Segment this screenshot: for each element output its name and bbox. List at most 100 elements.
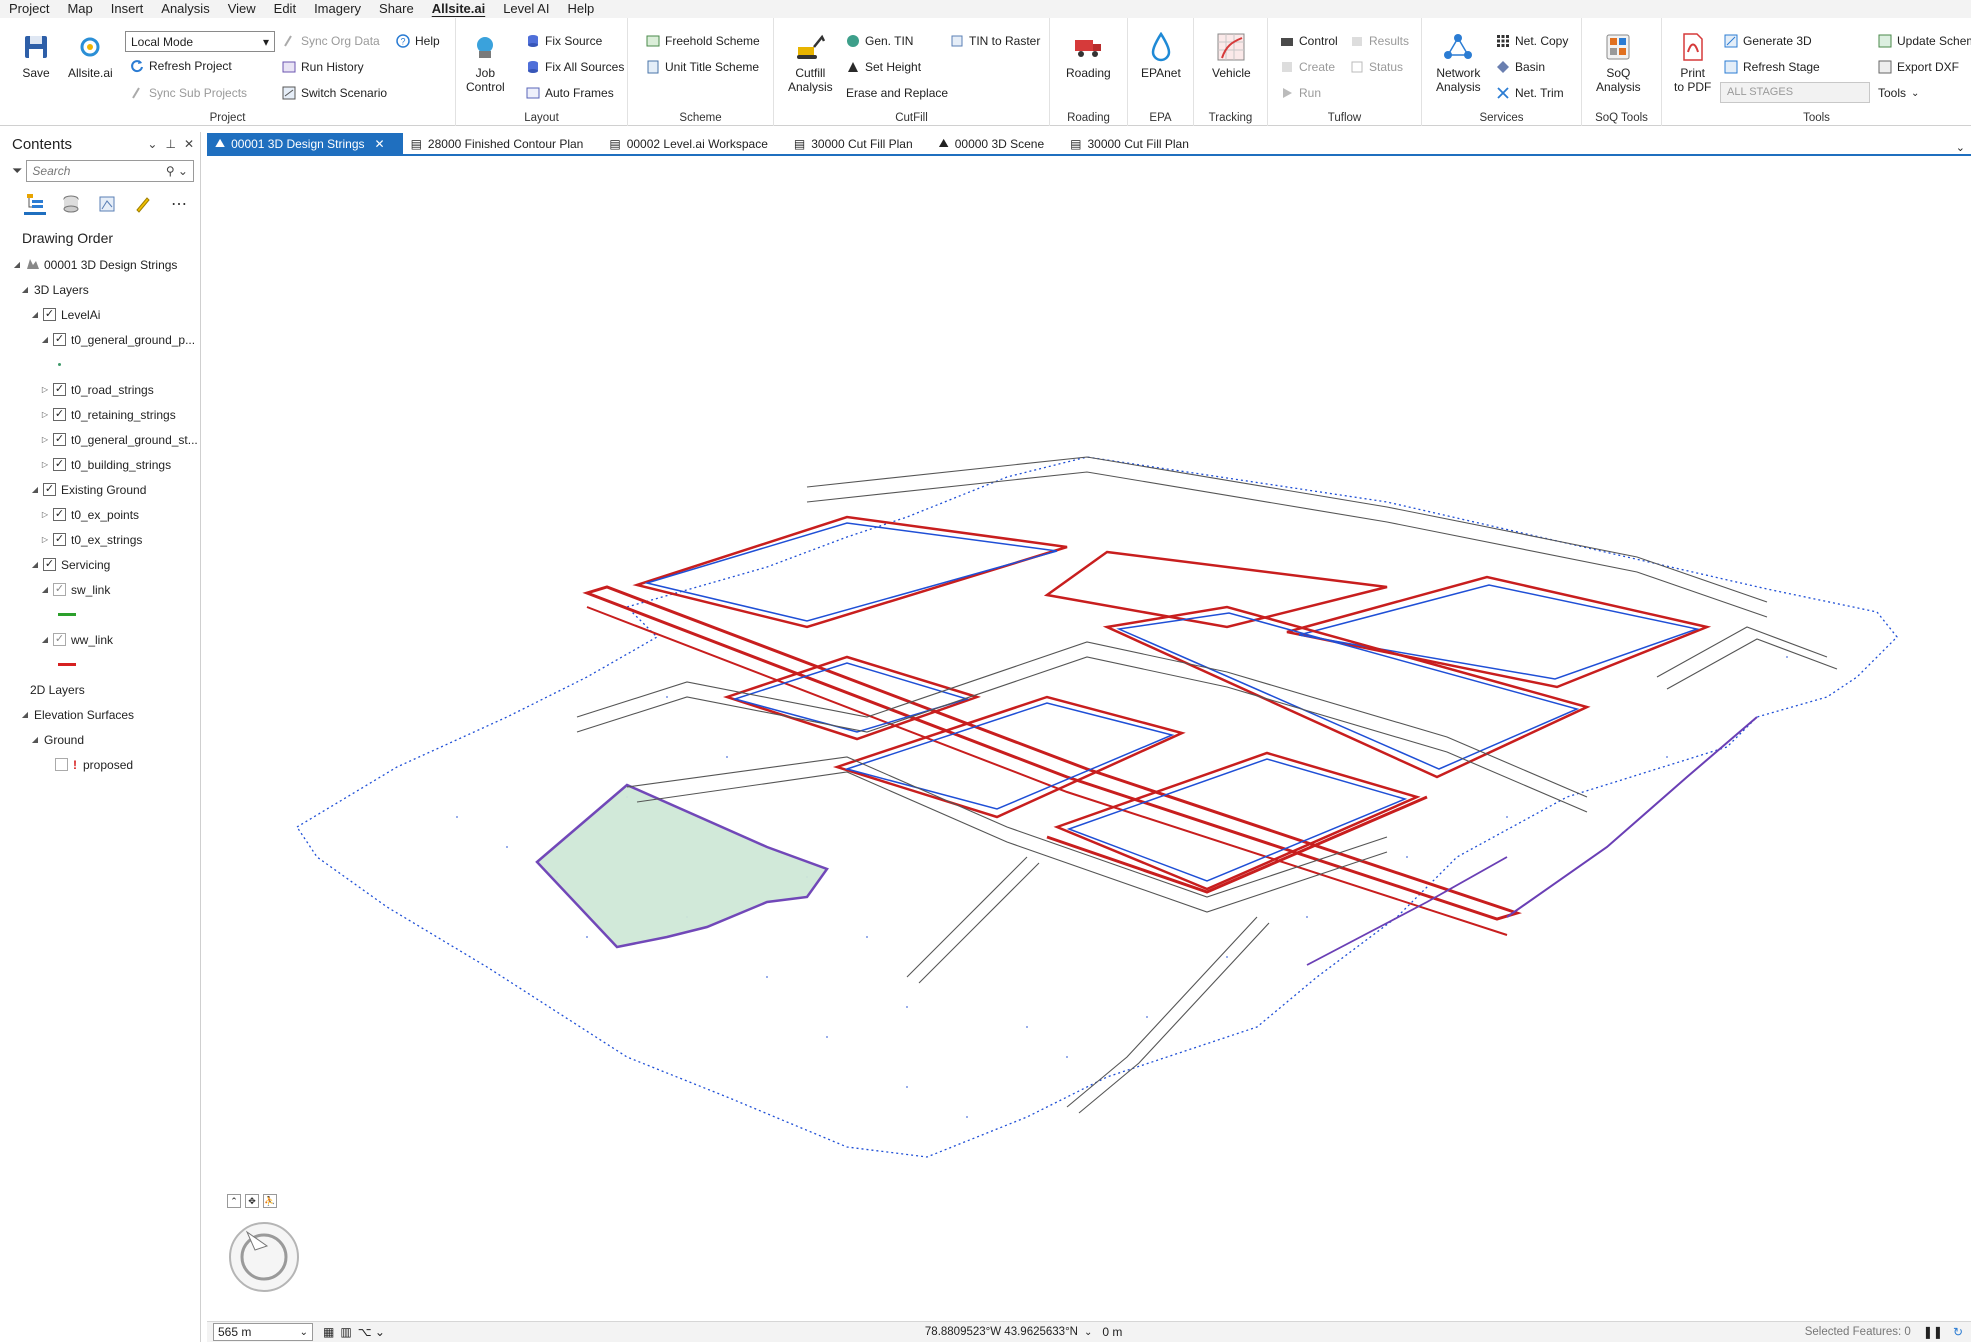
expand-icon[interactable]: ◢ bbox=[40, 335, 50, 344]
close-icon[interactable]: ✕ bbox=[184, 137, 194, 151]
drawing-order-view-icon[interactable] bbox=[24, 193, 46, 215]
net-copy-button[interactable]: Net. Copy bbox=[1496, 32, 1568, 50]
grid-toggle-icon[interactable]: ▦ bbox=[323, 1325, 334, 1339]
map-view[interactable]: ⌃ ✥ ⛹ bbox=[207, 157, 1971, 1321]
print-to-pdf-button[interactable]: Print to PDF bbox=[1674, 32, 1711, 94]
fix-all-sources-button[interactable]: Fix All Sources bbox=[526, 58, 624, 76]
selection-view-icon[interactable] bbox=[96, 193, 118, 215]
menu-analysis[interactable]: Analysis bbox=[152, 0, 218, 18]
chevron-down-icon[interactable]: ⌄ bbox=[1084, 1327, 1092, 1338]
job-control-button[interactable]: Job Control bbox=[466, 32, 505, 94]
tree-servicing[interactable]: ◢ ✓ Servicing bbox=[6, 552, 200, 577]
soq-analysis-button[interactable]: SoQ Analysis bbox=[1596, 32, 1641, 94]
layer-checkbox[interactable]: ✓ bbox=[43, 483, 56, 496]
tree-existing-ground[interactable]: ◢ ✓ Existing Ground bbox=[6, 477, 200, 502]
more-options-icon[interactable]: ⋯ bbox=[168, 193, 190, 215]
refresh-project-button[interactable]: Refresh Project bbox=[130, 57, 232, 75]
expand-icon[interactable]: ◢ bbox=[30, 560, 40, 569]
update-schema-button[interactable]: Update Schem bbox=[1878, 32, 1971, 50]
full-extent-icon[interactable]: ✥ bbox=[245, 1194, 259, 1208]
expand-icon[interactable]: ◢ bbox=[30, 735, 40, 744]
tabs-overflow-icon[interactable]: ⌄ bbox=[1956, 141, 1971, 154]
layer-checkbox[interactable]: ✓ bbox=[43, 558, 56, 571]
search-input[interactable]: Search ⚲ ⌄ bbox=[26, 160, 194, 182]
freehold-scheme-button[interactable]: Freehold Scheme bbox=[646, 32, 760, 50]
menu-level-ai[interactable]: Level AI bbox=[494, 0, 558, 18]
help-button[interactable]: ? Help bbox=[396, 32, 440, 50]
erase-replace-button[interactable]: Erase and Replace bbox=[846, 84, 948, 102]
tab-levelai-workspace[interactable]: ▤ 00002 Level.ai Workspace bbox=[601, 133, 786, 154]
tuflow-run-button[interactable]: Run bbox=[1280, 84, 1321, 102]
tab-cut-fill-plan[interactable]: ▤ 30000 Cut Fill Plan bbox=[786, 133, 931, 154]
layer-checkbox[interactable]: ✓ bbox=[53, 333, 66, 346]
allsite-button[interactable]: Allsite.ai bbox=[68, 32, 113, 80]
switch-scenario-button[interactable]: Switch Scenario bbox=[282, 84, 387, 102]
expand-icon[interactable]: ▷ bbox=[40, 460, 50, 469]
menu-view[interactable]: View bbox=[219, 0, 265, 18]
tree-retaining-strings[interactable]: ▷ ✓ t0_retaining_strings bbox=[6, 402, 200, 427]
tree-2d-layers[interactable]: 2D Layers bbox=[6, 677, 200, 702]
expand-icon[interactable]: ◢ bbox=[12, 260, 22, 269]
layer-checkbox[interactable]: ✓ bbox=[43, 308, 56, 321]
generate-3d-button[interactable]: Generate 3D bbox=[1724, 32, 1812, 50]
run-history-button[interactable]: Run History bbox=[282, 58, 364, 76]
expand-icon[interactable]: ◢ bbox=[20, 285, 30, 294]
menu-help[interactable]: Help bbox=[558, 0, 603, 18]
stage-select[interactable]: ALL STAGES bbox=[1720, 82, 1870, 103]
tree-levelai[interactable]: ◢ ✓ LevelAi bbox=[6, 302, 200, 327]
menu-share[interactable]: Share bbox=[370, 0, 423, 18]
basin-button[interactable]: Basin bbox=[1496, 58, 1545, 76]
tuflow-results-button[interactable]: Results bbox=[1350, 32, 1409, 50]
tab-3d-scene[interactable]: ⛰ 00000 3D Scene bbox=[931, 133, 1063, 154]
menu-map[interactable]: Map bbox=[58, 0, 101, 18]
refresh-icon[interactable]: ↻ bbox=[1953, 1325, 1963, 1339]
net-trim-button[interactable]: Net. Trim bbox=[1496, 84, 1564, 102]
save-button[interactable]: Save bbox=[20, 32, 52, 80]
menu-insert[interactable]: Insert bbox=[102, 0, 153, 18]
layer-checkbox[interactable] bbox=[55, 758, 68, 771]
gen-tin-button[interactable]: Gen. TIN bbox=[846, 32, 913, 50]
tin-to-raster-button[interactable]: TIN to Raster bbox=[950, 32, 1040, 50]
tab-finished-contour-plan[interactable]: ▤ 28000 Finished Contour Plan bbox=[403, 133, 602, 154]
auto-frames-button[interactable]: Auto Frames bbox=[526, 84, 614, 102]
tools-menu-button[interactable]: Tools ⌄ bbox=[1878, 84, 1919, 102]
close-icon[interactable]: ✕ bbox=[375, 137, 385, 151]
chevron-down-icon[interactable]: ⌄ bbox=[147, 137, 157, 151]
expand-icon[interactable]: ◢ bbox=[40, 585, 50, 594]
tree-ww-link[interactable]: ◢ ✓ ww_link bbox=[6, 627, 200, 652]
tree-elevation-surfaces[interactable]: ◢ Elevation Surfaces bbox=[6, 702, 200, 727]
tuflow-create-button[interactable]: Create bbox=[1280, 58, 1335, 76]
menu-project[interactable]: Project bbox=[0, 0, 58, 18]
expand-icon[interactable]: ◢ bbox=[20, 710, 30, 719]
tree-map-node[interactable]: ◢ 00001 3D Design Strings bbox=[6, 252, 200, 277]
layer-checkbox[interactable]: ✓ bbox=[53, 408, 66, 421]
table-icon[interactable]: ▥ bbox=[340, 1325, 351, 1339]
layer-checkbox[interactable]: ✓ bbox=[53, 633, 66, 646]
layer-checkbox[interactable]: ✓ bbox=[53, 383, 66, 396]
scale-select[interactable]: 565 m ⌄ bbox=[213, 1323, 313, 1341]
tree-sw-link[interactable]: ◢ ✓ sw_link bbox=[6, 577, 200, 602]
expand-icon[interactable]: ▷ bbox=[40, 435, 50, 444]
pause-icon[interactable]: ❚❚ bbox=[1923, 1325, 1943, 1339]
layer-checkbox[interactable]: ✓ bbox=[53, 583, 66, 596]
editing-view-icon[interactable] bbox=[132, 193, 154, 215]
vehicle-tracking-button[interactable]: Vehicle bbox=[1212, 32, 1251, 80]
layer-checkbox[interactable]: ✓ bbox=[53, 508, 66, 521]
menu-allsite[interactable]: Allsite.ai bbox=[423, 0, 494, 18]
fix-source-button[interactable]: Fix Source bbox=[526, 32, 602, 50]
tree-ground-strings[interactable]: ▷ ✓ t0_general_ground_st... bbox=[6, 427, 200, 452]
tab-3d-design-strings[interactable]: ⛰ 00001 3D Design Strings ✕ bbox=[207, 133, 403, 154]
export-dxf-button[interactable]: Export DXF bbox=[1878, 58, 1959, 76]
expand-icon[interactable]: ◢ bbox=[40, 635, 50, 644]
tree-ex-strings[interactable]: ▷ ✓ t0_ex_strings bbox=[6, 527, 200, 552]
refresh-stage-button[interactable]: Refresh Stage bbox=[1724, 58, 1820, 76]
compass-icon[interactable] bbox=[227, 1220, 301, 1294]
navigator-control[interactable]: ⌃ ✥ ⛹ bbox=[227, 1194, 301, 1297]
expand-icon[interactable]: ▷ bbox=[40, 385, 50, 394]
pin-icon[interactable]: ⊥ bbox=[165, 137, 175, 151]
expand-icon[interactable]: ▷ bbox=[40, 410, 50, 419]
tree-building-strings[interactable]: ▷ ✓ t0_building_strings bbox=[6, 452, 200, 477]
tree-ground-points[interactable]: ◢ ✓ t0_general_ground_p... bbox=[6, 327, 200, 352]
tuflow-status-button[interactable]: Status bbox=[1350, 58, 1403, 76]
epanet-button[interactable]: EPAnet bbox=[1141, 32, 1181, 80]
